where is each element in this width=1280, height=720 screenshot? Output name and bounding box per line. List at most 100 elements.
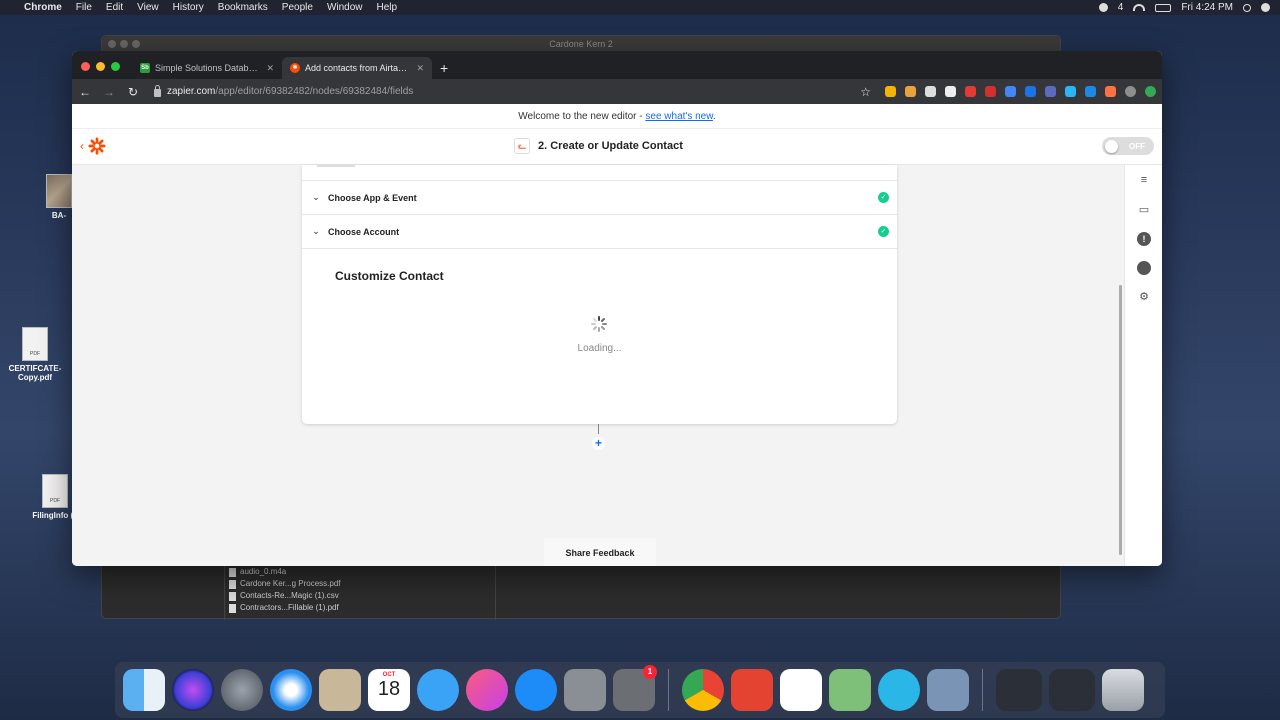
- alert-icon[interactable]: !: [1137, 232, 1151, 246]
- book-icon[interactable]: ▭: [1137, 203, 1151, 217]
- mail-icon[interactable]: [319, 669, 361, 711]
- maps-icon[interactable]: [829, 669, 871, 711]
- share-feedback-button[interactable]: Share Feedback: [544, 538, 656, 566]
- extension-icon[interactable]: [925, 86, 936, 97]
- menu-history[interactable]: History: [173, 2, 204, 13]
- canvas-scrollbar[interactable]: [1119, 285, 1122, 555]
- close-tab-icon[interactable]: ✕: [416, 63, 424, 74]
- step-title: ᓚ 2. Create or Update Contact: [514, 138, 683, 154]
- menubar-clock[interactable]: Fri 4:24 PM: [1181, 2, 1233, 13]
- see-whats-new-link[interactable]: see what's new: [645, 111, 713, 122]
- siri-icon[interactable]: [1261, 3, 1270, 12]
- finder-file-item[interactable]: Contractors...Fillable (1).pdf: [225, 602, 495, 614]
- extension-icon[interactable]: [1145, 86, 1156, 97]
- chevron-down-icon: ⌄: [312, 226, 320, 236]
- tab-strip: Sb Simple Solutions Database: Co ✕ ✱ Add…: [72, 51, 1162, 79]
- close-window-button[interactable]: [81, 62, 90, 71]
- back-chevron-icon[interactable]: ‹: [80, 139, 84, 153]
- hubspot-icon: ᓚ: [514, 138, 530, 154]
- window-controls: [81, 62, 120, 71]
- extension-icon[interactable]: [1045, 86, 1056, 97]
- battery-count: 4: [1117, 2, 1124, 13]
- wifi-icon[interactable]: [1133, 4, 1146, 11]
- system-preferences-icon[interactable]: 1: [613, 665, 657, 711]
- background-window-controls: [108, 40, 140, 48]
- address-bar[interactable]: zapier.com/app/editor/69382482/nodes/693…: [150, 82, 875, 101]
- teamviewer-icon[interactable]: [878, 669, 920, 711]
- menu-app-name[interactable]: Chrome: [24, 2, 62, 13]
- lock-icon[interactable]: [154, 85, 161, 97]
- extension-icon[interactable]: [1005, 86, 1016, 97]
- section-choose-account[interactable]: ⌄ Choose Account ✓: [302, 215, 897, 249]
- file-icon: [229, 567, 236, 577]
- extension-icon[interactable]: [905, 86, 916, 97]
- trash-icon[interactable]: [1102, 669, 1144, 711]
- todoist-icon[interactable]: [731, 669, 773, 711]
- finder-icon[interactable]: [123, 669, 165, 711]
- menu-help[interactable]: Help: [377, 2, 398, 13]
- section-choose-app-event[interactable]: ⌄ Choose App & Event ✓: [302, 181, 897, 215]
- tab-zapier[interactable]: ✱ Add contacts from Airtable to ✕: [282, 57, 432, 79]
- messages-icon[interactable]: [417, 669, 459, 711]
- extension-icon[interactable]: [1085, 86, 1096, 97]
- bookmark-star-icon[interactable]: ☆: [860, 85, 871, 99]
- battery-icon[interactable]: [1155, 3, 1172, 12]
- finder-file-item[interactable]: Contacts-Re...Magic (1).csv: [225, 590, 495, 602]
- menu-file[interactable]: File: [76, 2, 92, 13]
- menu-people[interactable]: People: [282, 2, 313, 13]
- pdf-file-icon: PDF: [42, 474, 68, 508]
- chrome-icon[interactable]: [682, 669, 724, 711]
- file-icon: [229, 591, 236, 601]
- mac-menubar: Chrome File Edit View History Bookmarks …: [0, 0, 1280, 15]
- extension-icon[interactable]: [1065, 86, 1076, 97]
- reload-icon[interactable]: ↻: [126, 85, 140, 99]
- outline-list-icon[interactable]: ≡: [1137, 173, 1151, 187]
- clock-icon[interactable]: [1137, 261, 1151, 275]
- profile-avatar[interactable]: [1125, 86, 1136, 97]
- close-tab-icon[interactable]: ✕: [266, 63, 274, 74]
- zap-on-off-toggle[interactable]: OFF: [1102, 137, 1154, 155]
- calendar-icon[interactable]: OCT 18: [368, 669, 410, 711]
- extension-icon[interactable]: [1105, 86, 1116, 97]
- forward-arrow-icon[interactable]: →: [102, 85, 116, 99]
- utility-tools-icon[interactable]: [564, 669, 606, 711]
- tab-airtable[interactable]: Sb Simple Solutions Database: Co ✕: [132, 57, 282, 79]
- zapier-icon: ✱: [290, 63, 300, 73]
- menu-edit[interactable]: Edit: [106, 2, 123, 13]
- spotlight-search-icon[interactable]: [1243, 3, 1251, 12]
- extension-icon[interactable]: [965, 86, 976, 97]
- customize-section-title: Customize Contact: [335, 269, 444, 283]
- extension-icon[interactable]: [945, 86, 956, 97]
- minimized-window-thumbnail[interactable]: [1049, 669, 1095, 711]
- check-icon: ✓: [878, 192, 889, 203]
- new-tab-button[interactable]: +: [432, 57, 456, 79]
- siri-icon[interactable]: [172, 669, 214, 711]
- zapier-logo-icon[interactable]: [88, 137, 106, 155]
- mic-icon[interactable]: [1098, 3, 1108, 12]
- extension-icon[interactable]: [885, 86, 896, 97]
- desktop-icon-certificate[interactable]: PDF CERTIFCATE-Copy.pdf: [0, 327, 70, 382]
- background-window-title: Cardone Kern 2: [102, 36, 1060, 52]
- safari-icon[interactable]: [270, 669, 312, 711]
- menu-window[interactable]: Window: [327, 2, 363, 13]
- menu-bookmarks[interactable]: Bookmarks: [218, 2, 268, 13]
- finder-file-item[interactable]: Cardone Ker...g Process.pdf: [225, 578, 495, 590]
- gear-icon[interactable]: ⚙: [1137, 290, 1151, 304]
- minimized-window-thumbnail[interactable]: [996, 669, 1042, 711]
- add-step-button[interactable]: +: [592, 437, 605, 450]
- minimize-window-button[interactable]: [96, 62, 105, 71]
- launchpad-icon[interactable]: [221, 669, 263, 711]
- extension-icon[interactable]: [985, 86, 996, 97]
- extension-icon[interactable]: [1025, 86, 1036, 97]
- extensions-area: [885, 86, 1156, 97]
- card-top-stub: [302, 165, 897, 181]
- music-icon[interactable]: [466, 669, 508, 711]
- maximize-window-button[interactable]: [111, 62, 120, 71]
- app-store-icon[interactable]: [515, 669, 557, 711]
- menu-view[interactable]: View: [137, 2, 159, 13]
- back-arrow-icon[interactable]: ←: [78, 85, 92, 99]
- step-card: ⌄ Choose App & Event ✓ ⌄ Choose Account …: [302, 165, 897, 424]
- slack-icon[interactable]: [780, 669, 822, 711]
- finder-file-item[interactable]: audio_0.m4a: [225, 566, 495, 578]
- preview-icon[interactable]: [927, 669, 969, 711]
